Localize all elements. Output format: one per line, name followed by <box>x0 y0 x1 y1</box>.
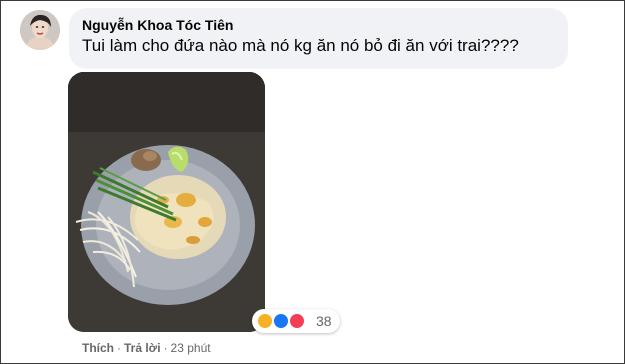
comment-photo[interactable] <box>68 72 265 332</box>
comment-text: Tui làm cho đứa nào mà nó kg ăn nó bỏ đi… <box>82 36 519 55</box>
avatar[interactable] <box>20 10 60 50</box>
reply-button[interactable]: Trả lời <box>124 341 161 355</box>
separator-dot: · <box>117 341 121 355</box>
reaction-summary[interactable]: 38 <box>252 309 340 333</box>
love-icon <box>288 312 306 330</box>
comment-author[interactable]: Nguyễn Khoa Tóc Tiên <box>82 17 233 33</box>
comment-actions: Thích · Trả lời · 23 phút <box>82 341 211 355</box>
like-button[interactable]: Thích <box>82 341 114 355</box>
separator-dot: · <box>163 341 168 355</box>
comment-timestamp[interactable]: 23 phút <box>171 341 211 355</box>
reaction-count: 38 <box>316 313 332 329</box>
